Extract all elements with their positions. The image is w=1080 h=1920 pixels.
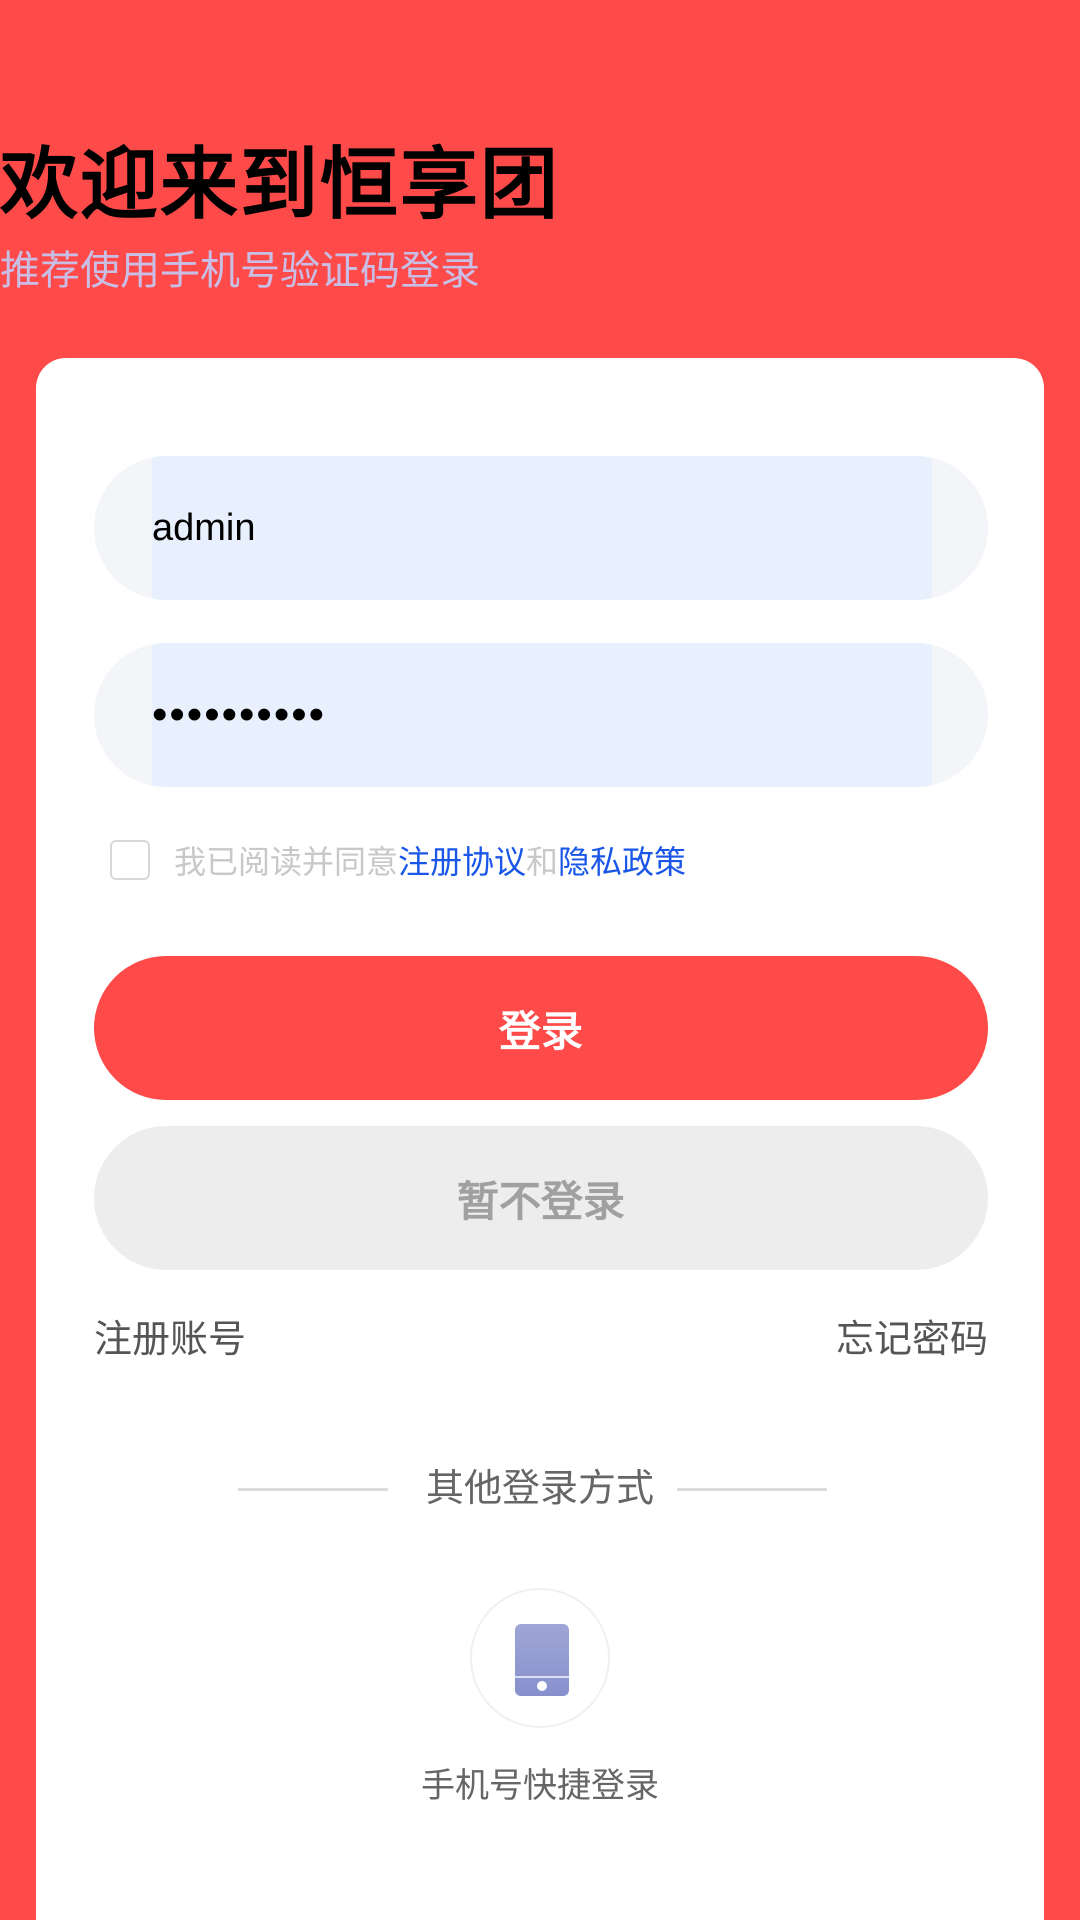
login-card: 我已阅读并同意 注册协议 和 隐私政策 登录 暂不登录 注册账号 忘记密码 其他…: [36, 358, 1044, 1920]
password-field[interactable]: [94, 643, 988, 787]
phone-icon: [515, 1624, 569, 1696]
username-input[interactable]: [152, 456, 912, 600]
other-login-text: 其他登录方式: [425, 1466, 654, 1510]
login-button[interactable]: 登录: [94, 956, 988, 1100]
register-agreement-link[interactable]: 注册协议: [398, 837, 526, 883]
phone-login-button[interactable]: [470, 1588, 610, 1728]
other-login-divider: 其他登录方式: [36, 1458, 1044, 1518]
login-page: 欢迎来到恒享团 推荐使用手机号验证码登录 我已阅读并同意 注册协议 和 隐私政策…: [0, 0, 1080, 1920]
phone-login-label[interactable]: 手机号快捷登录: [36, 1758, 1044, 1807]
agreement-row: 我已阅读并同意 注册协议 和 隐私政策: [110, 838, 686, 882]
privacy-policy-link[interactable]: 隐私政策: [558, 837, 686, 883]
page-subtitle: 推荐使用手机号验证码登录: [0, 248, 480, 294]
register-account-link[interactable]: 注册账号: [94, 1308, 246, 1363]
skip-login-button[interactable]: 暂不登录: [94, 1126, 988, 1270]
page-title: 欢迎来到恒享团: [0, 140, 561, 230]
agreement-prefix: 我已阅读并同意: [174, 843, 399, 881]
divider-line-right: [677, 1488, 827, 1491]
agreement-and: 和: [526, 843, 559, 881]
username-field[interactable]: [94, 456, 988, 600]
agreement-checkbox[interactable]: [110, 840, 150, 880]
account-links: 注册账号 忘记密码: [94, 1308, 988, 1368]
forgot-password-link[interactable]: 忘记密码: [836, 1308, 988, 1363]
password-input[interactable]: [152, 643, 912, 787]
